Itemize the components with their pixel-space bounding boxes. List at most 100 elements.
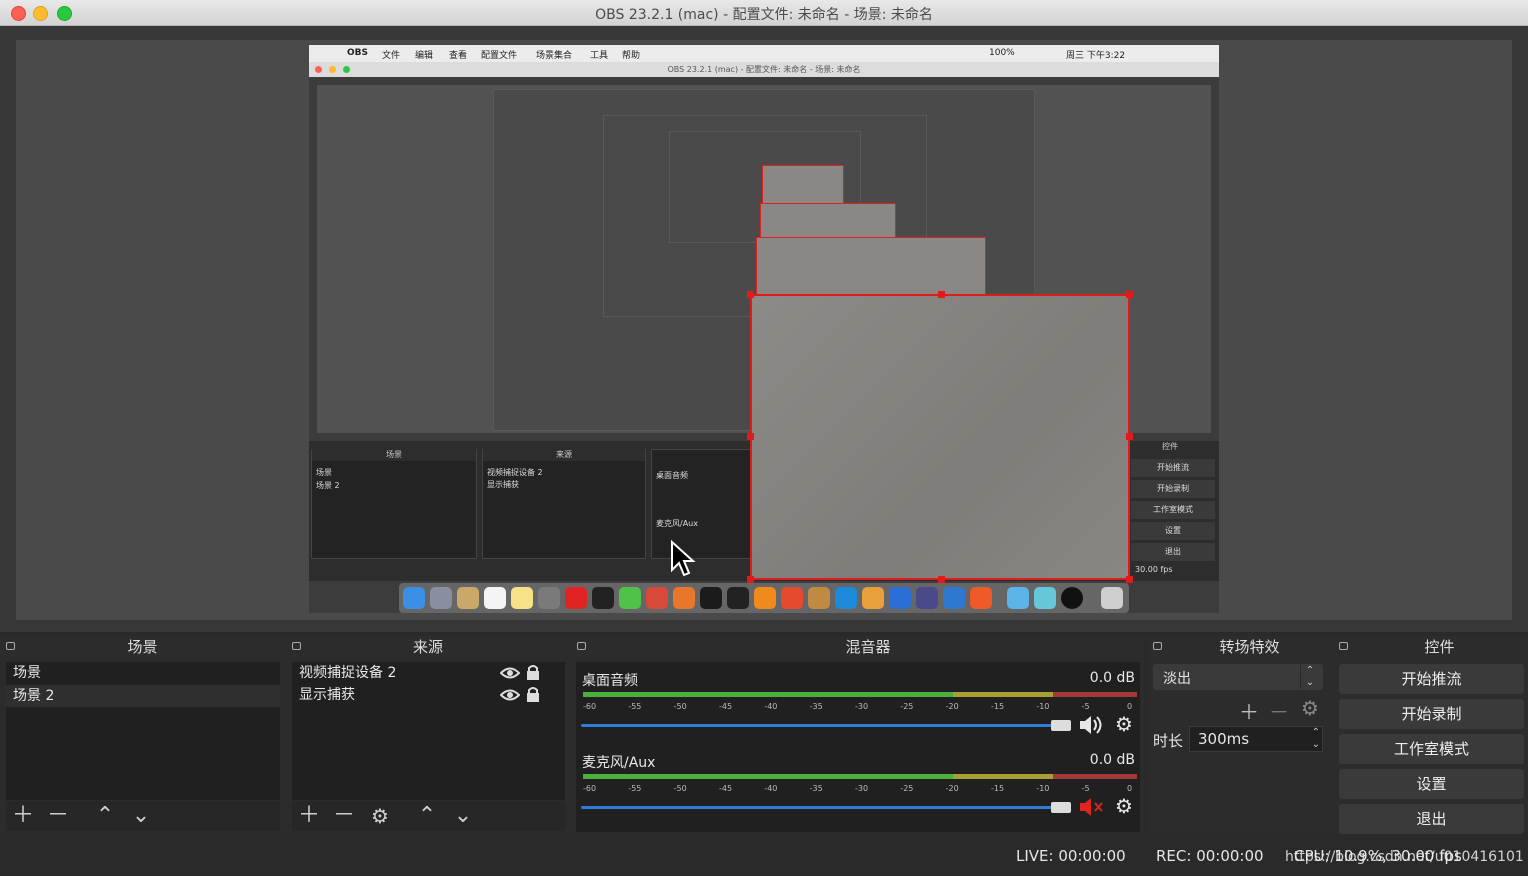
calendar-icon (484, 587, 506, 609)
volume-slider-knob[interactable] (1051, 720, 1071, 731)
settings-button[interactable]: 设置 (1339, 769, 1524, 799)
meter-tick-label: -40 (764, 702, 778, 711)
controls-panel-title: 控件 (1424, 638, 1455, 656)
captured-control-button: 开始录制 (1131, 480, 1215, 498)
maps-icon (889, 587, 911, 609)
meter-tick-label: -60 (583, 702, 597, 711)
meter-scale: -60 -55 -50 -45 -40 -35 -30 -25 -20 -15 -10 -5 0 (583, 784, 1137, 796)
chrome-icon (646, 587, 668, 609)
scenes-list[interactable]: 场景 场景 2 (6, 662, 280, 800)
meter-tick-label: -35 (809, 784, 823, 793)
eye-visibility-icon[interactable] (500, 666, 520, 680)
meter-tick-label: -55 (628, 702, 642, 711)
captured-menu-edit: 编辑 (415, 51, 434, 61)
sources-list[interactable]: 视频捕捉设备 2 显示捕获 (292, 662, 565, 800)
source-move-down-button[interactable]: ⌄ (448, 801, 478, 831)
captured-mixer-track: 麦克风/Aux (656, 519, 698, 528)
books-icon (754, 587, 776, 609)
resize-handle-l[interactable] (747, 433, 754, 440)
speaker-icon[interactable] (1078, 714, 1106, 736)
captured-control-button: 工作室模式 (1131, 501, 1215, 519)
meter-tick-label: -45 (719, 784, 733, 793)
meter-tick-label: 0 (1127, 784, 1133, 793)
source-name: 显示捕获 (299, 687, 355, 703)
captured-clock: 周三 下午3:22 (1066, 51, 1126, 61)
lock-icon[interactable] (526, 664, 540, 680)
source-item[interactable]: 视频捕捉设备 2 (292, 662, 565, 684)
duration-spinbox[interactable]: 300ms ⌃ ⌄ (1189, 726, 1323, 752)
source-properties-gear-icon[interactable]: ⚙ (365, 801, 395, 831)
volume-slider[interactable] (581, 724, 1071, 727)
spinbox-arrows-icon[interactable]: ⌃ ⌄ (1312, 727, 1320, 751)
meter-tick-label: -20 (945, 702, 959, 711)
track-name: 麦克风/Aux (582, 755, 656, 771)
captured-min-dot (329, 66, 336, 73)
captured-menu-scene-collection: 场景集合 (536, 51, 573, 61)
resize-handle-b[interactable] (938, 576, 945, 583)
meter-green (583, 774, 953, 779)
captured-menu-profile: 配置文件 (481, 51, 518, 61)
scene-item[interactable]: 场景 2 (6, 685, 280, 707)
remove-scene-button[interactable]: － (43, 801, 73, 831)
resize-handle-tl[interactable] (747, 291, 754, 298)
captured-scenes-title: 场景 (312, 449, 476, 461)
captured-controls-title: 控件 (1125, 441, 1215, 453)
exit-button[interactable]: 退出 (1339, 804, 1524, 834)
add-source-button[interactable]: ＋ (294, 801, 324, 831)
transition-select[interactable]: 淡出 ⌃ ⌄ (1153, 664, 1323, 690)
remove-transition-button[interactable]: － (1269, 696, 1289, 725)
duration-label: 时长 (1153, 732, 1184, 750)
duration-value: 300ms (1198, 730, 1250, 748)
resize-handle-tr[interactable] (1126, 291, 1133, 298)
mixer-panel: 混音器 桌面音频 0.0 dB -60 -55 -50 -45 -40 -35 -30 -25… (571, 636, 1145, 833)
track-settings-gear-icon[interactable]: ⚙ (1115, 712, 1133, 736)
meter-tick-label: -50 (673, 702, 687, 711)
start-recording-button[interactable]: 开始录制 (1339, 699, 1524, 729)
transition-properties-gear-icon[interactable]: ⚙ (1301, 696, 1319, 720)
meter-tick-label: -5 (1081, 784, 1090, 793)
captured-menu-file: 文件 (382, 51, 401, 61)
captured-menu-tools: 工具 (590, 51, 609, 61)
display-capture-preview[interactable]: OBS 文件 编辑 查看 配置文件 场景集合 工具 帮助 100% 周三 下午3… (309, 45, 1219, 613)
captured-scene-item: 场景 (316, 468, 332, 477)
eye-visibility-icon[interactable] (500, 688, 520, 702)
track-settings-gear-icon[interactable]: ⚙ (1115, 794, 1133, 818)
meter-tick-label: 0 (1127, 702, 1133, 711)
muted-speaker-icon[interactable] (1078, 796, 1106, 818)
meter-tick-label: -10 (1036, 784, 1050, 793)
track-name: 桌面音频 (582, 673, 638, 689)
scene-item[interactable]: 场景 (6, 662, 280, 684)
watermark-url: https://blog.csdn.net/u010416101 (1285, 849, 1524, 865)
resize-handle-t[interactable] (938, 291, 945, 298)
source-item[interactable]: 显示捕获 (292, 684, 565, 706)
scene-move-up-button[interactable]: ⌃ (90, 801, 120, 831)
meter-green (583, 692, 953, 697)
mouse-pointer-icon (671, 540, 696, 577)
scenes-panel-title: 场景 (127, 638, 158, 656)
captured-mixer-panel: 桌面音频 麦克风/Aux (651, 449, 753, 559)
lock-icon[interactable] (526, 686, 540, 702)
meter-tick-label: -15 (991, 702, 1005, 711)
add-scene-button[interactable]: ＋ (8, 801, 38, 831)
volume-slider[interactable] (581, 806, 1071, 809)
selected-source-bounds[interactable] (747, 291, 1133, 583)
meter-tick-label: -50 (673, 784, 687, 793)
meter-tick-label: -60 (583, 784, 597, 793)
resize-handle-bl[interactable] (747, 576, 754, 583)
transition-selected-value: 淡出 (1163, 671, 1191, 687)
source-move-up-button[interactable]: ⌃ (412, 801, 442, 831)
scene-move-down-button[interactable]: ⌄ (126, 801, 156, 831)
studio-mode-button[interactable]: 工作室模式 (1339, 734, 1524, 764)
resize-handle-br[interactable] (1126, 576, 1133, 583)
meter-tick-label: -55 (628, 784, 642, 793)
volume-slider-knob[interactable] (1051, 802, 1071, 813)
start-streaming-button[interactable]: 开始推流 (1339, 664, 1524, 694)
remove-source-button[interactable]: － (329, 801, 359, 831)
volume-meter (583, 692, 1137, 697)
add-transition-button[interactable]: ＋ (1239, 696, 1259, 725)
sources-panel-title: 来源 (412, 638, 443, 656)
sources-toolbar: ＋ － ⚙ ⌃ ⌄ (292, 801, 565, 831)
resize-handle-r[interactable] (1126, 433, 1133, 440)
captured-control-button: 开始推流 (1131, 459, 1215, 477)
preview-icon (808, 587, 830, 609)
